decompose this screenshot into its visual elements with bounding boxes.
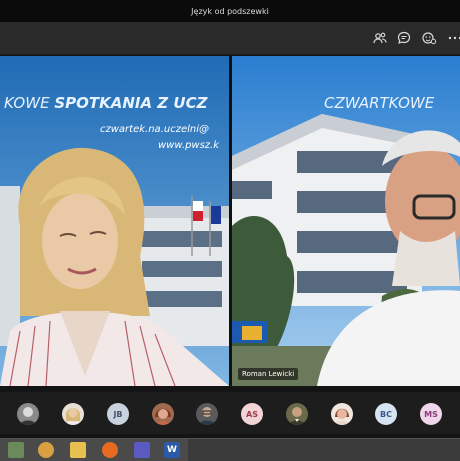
banner-web: www.pwsz.k [158,140,220,151]
avatar-initials: JB [113,409,123,419]
banner-title-right: CZWARTKOWE [324,94,435,112]
participant-avatar-7[interactable] [286,403,308,425]
participant-avatar-9[interactable]: BC [375,403,397,425]
window-titlebar: Język od podszewki [0,0,460,22]
window-title: Język od podszewki [191,6,269,16]
avatar-initials: MS [424,409,438,419]
participant-avatar-1[interactable] [17,403,39,425]
banner-title-left-text: KOWE SPOTKANIA Z UCZ [4,94,207,112]
windows-app-icon[interactable] [8,442,24,458]
word-icon[interactable]: W [164,442,180,458]
participant-avatar-5[interactable] [196,403,218,425]
video-tile-right[interactable]: CZWARTKOWE Roman Lewicki [232,56,460,386]
avatar-initials: AS [246,409,258,419]
meeting-toolbar [0,22,460,55]
participants-icon[interactable] [372,30,388,46]
participant-avatar-4[interactable] [152,403,174,425]
banner-title-left-bold: SPOTKANIA Z UCZ [54,94,208,112]
banner-title-left-prefix: KOWE [4,94,55,112]
avatar-initials: BC [380,409,392,419]
participant-roster: JB AS BC MS [0,392,460,434]
participant-name-tag: Roman Lewicki [238,368,299,380]
participant-avatar-10[interactable]: MS [420,403,442,425]
participant-avatar-6[interactable]: AS [241,403,263,425]
participant-avatar-3[interactable]: JB [107,403,129,425]
banner-email: czwartek.na.uczelni@ [100,124,209,135]
participant-avatar-8[interactable] [331,403,353,425]
firefox-icon[interactable] [102,442,118,458]
banner-title-left: KOWE SPOTKANIA Z UCZ [4,94,207,112]
video-tile-left[interactable]: KOWE SPOTKANIA Z UCZ czwartek.na.uczelni… [0,56,229,386]
taskbar-pinned-area [0,439,188,461]
participant-avatar-2[interactable] [62,403,84,425]
teams-icon[interactable] [134,442,150,458]
chat-icon[interactable] [396,30,412,46]
more-icon[interactable] [447,30,460,46]
folder-icon[interactable] [70,442,86,458]
video-stage: KOWE SPOTKANIA Z UCZ czwartek.na.uczelni… [0,56,460,386]
reactions-icon[interactable] [421,30,437,46]
os-taskbar: W [0,438,460,461]
firefox-like-icon[interactable] [38,442,54,458]
